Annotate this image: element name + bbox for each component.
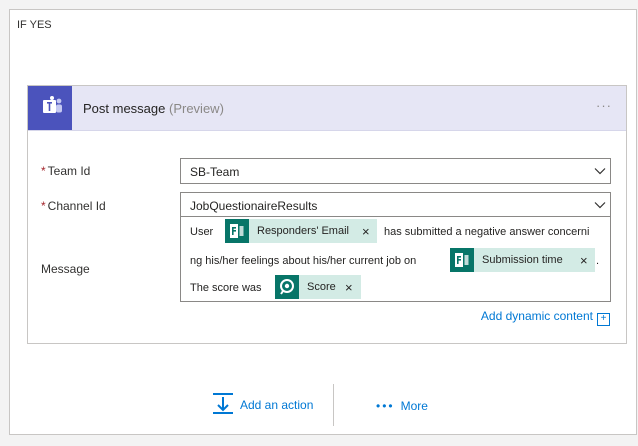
ellipsis-icon: ••• bbox=[376, 399, 395, 413]
remove-token-icon[interactable]: × bbox=[362, 224, 370, 239]
post-message-card: Post message (Preview) ··· * Team Id SB-T… bbox=[27, 85, 627, 344]
message-text: User bbox=[190, 226, 214, 238]
remove-token-icon[interactable]: × bbox=[580, 253, 588, 268]
token-responders-email[interactable]: Responders' Email × bbox=[225, 219, 377, 243]
required-marker: * bbox=[41, 164, 46, 178]
remove-token-icon[interactable]: × bbox=[345, 280, 353, 295]
message-text: The score was bbox=[190, 282, 262, 294]
token-label: Score bbox=[307, 281, 336, 293]
channel-id-dropdown[interactable]: JobQuestionaireResults bbox=[180, 192, 611, 218]
forms-icon bbox=[225, 219, 249, 243]
more-button[interactable]: ••• More bbox=[376, 399, 428, 413]
channel-id-label-text: Channel Id bbox=[47, 199, 106, 213]
add-icon: + bbox=[597, 313, 610, 326]
divider bbox=[333, 384, 334, 426]
message-input[interactable]: User Responders' Email × has submitted a… bbox=[180, 216, 611, 302]
message-text: ng his/her feelings about his/her curren… bbox=[190, 255, 417, 267]
channel-id-value: JobQuestionaireResults bbox=[190, 199, 318, 213]
add-action-label: Add an action bbox=[240, 398, 314, 412]
if-yes-branch: IF YES Post message (Preview) ··· * Team… bbox=[9, 9, 637, 435]
card-title-text: Post message bbox=[83, 101, 166, 116]
chevron-down-icon bbox=[593, 164, 607, 181]
message-line-3: The score was Score × bbox=[181, 275, 610, 299]
forms-icon bbox=[450, 248, 474, 272]
chevron-down-icon bbox=[593, 198, 607, 215]
channel-id-label: * Channel Id bbox=[41, 199, 106, 213]
actions-bar: Add an action ••• More bbox=[10, 384, 636, 428]
card-header[interactable]: Post message (Preview) ··· bbox=[28, 86, 626, 131]
add-dynamic-content-link[interactable]: Add dynamic content + bbox=[481, 309, 610, 326]
score-icon bbox=[275, 275, 299, 299]
token-score[interactable]: Score × bbox=[275, 275, 361, 299]
team-id-dropdown[interactable]: SB-Team bbox=[180, 158, 611, 184]
required-marker: * bbox=[41, 199, 46, 213]
card-menu-button[interactable]: ··· bbox=[596, 98, 612, 113]
message-line-1: User Responders' Email × has submitted a… bbox=[181, 219, 610, 243]
team-id-label: * Team Id bbox=[41, 164, 90, 178]
token-submission-time[interactable]: Submission time × bbox=[450, 248, 595, 272]
message-text: has submitted a negative answer concerni bbox=[384, 226, 590, 238]
teams-icon bbox=[28, 86, 72, 130]
card-title: Post message (Preview) bbox=[83, 101, 224, 116]
token-label: Responders' Email bbox=[257, 225, 349, 237]
branch-title: IF YES bbox=[17, 19, 52, 31]
message-label: Message bbox=[41, 262, 90, 276]
message-line-2: ng his/her feelings about his/her curren… bbox=[181, 248, 610, 272]
add-dynamic-content-label: Add dynamic content bbox=[480, 309, 593, 323]
add-action-icon bbox=[212, 392, 234, 419]
message-text: . bbox=[596, 255, 600, 267]
team-id-label-text: Team Id bbox=[47, 164, 91, 178]
team-id-value: SB-Team bbox=[190, 165, 240, 179]
more-label: More bbox=[400, 399, 428, 413]
token-label: Submission time bbox=[482, 254, 563, 266]
card-title-preview: (Preview) bbox=[169, 101, 224, 116]
